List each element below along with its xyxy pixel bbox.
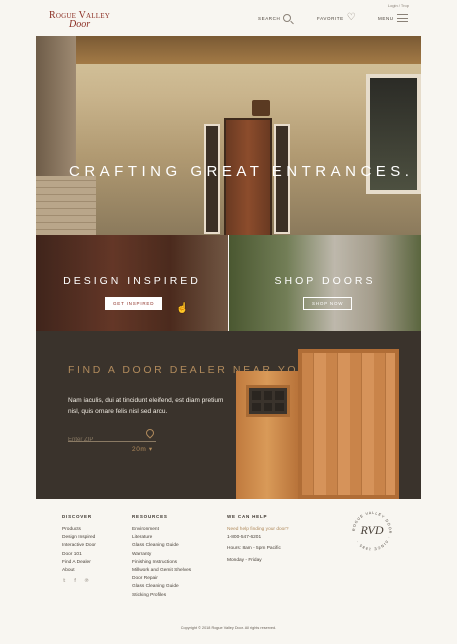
pinterest-icon[interactable]: ℗	[85, 578, 89, 584]
footer-link[interactable]: Warranty	[132, 551, 191, 559]
shop-now-button[interactable]: SHOP NOW	[303, 297, 353, 310]
logo[interactable]: Rogue Valley Door	[49, 11, 113, 30]
pointer-cursor-icon: ☝	[176, 303, 189, 314]
hamburger-icon	[396, 14, 408, 22]
days-text: Monday - Friday	[227, 557, 262, 563]
help-link[interactable]: Need help finding your door?	[227, 526, 289, 534]
footer-heading: WE CAN HELP	[227, 514, 268, 519]
heart-icon: ♡	[346, 12, 357, 23]
footer-heading: DISCOVER	[62, 514, 92, 519]
radius-select[interactable]: 20m ▾	[132, 445, 153, 453]
search-button[interactable]: SEARCH	[258, 14, 292, 22]
footer-link[interactable]: Find A Dealer	[62, 559, 96, 567]
shop-doors-panel: SHOP DOORS SHOP NOW	[229, 235, 421, 331]
search-icon	[283, 14, 292, 22]
page: Login / Trop Rogue Valley Door SEARCH FA…	[0, 0, 457, 644]
footer-link[interactable]: Environment	[132, 526, 191, 534]
phone-number[interactable]: 1-800-547-6201	[227, 534, 289, 542]
footer-link[interactable]: About	[62, 567, 96, 575]
footer-link[interactable]: Finishing Instructions	[132, 559, 191, 567]
copyright: Copyright © 2018 Rogue Valley Door. All …	[180, 626, 277, 630]
zip-field	[68, 427, 156, 447]
search-label: SEARCH	[258, 15, 281, 21]
facebook-icon[interactable]: f	[74, 578, 75, 584]
get-inspired-button[interactable]: GET INSPIRED	[105, 297, 163, 310]
menu-button[interactable]: MENU	[378, 14, 408, 22]
favorite-button[interactable]: FAVORITE ♡	[317, 12, 357, 23]
door-image-plank	[298, 349, 399, 499]
door-glass-panes	[246, 385, 290, 417]
footer-link[interactable]: Glass Cleaning Guide	[132, 542, 191, 550]
footer-link[interactable]: Door 101	[62, 551, 96, 559]
dealer-description: Nam iaculis, dui at tincidunt eleifend, …	[68, 397, 224, 415]
brand-seal: ROGUE VALLEY DOOR · SINCE 1985 · RVD	[351, 510, 393, 552]
footer-link[interactable]: Door Repair	[132, 575, 191, 583]
footer-link[interactable]: Glass Cleaning Guide	[132, 583, 191, 591]
footer-heading: RESOURCES	[132, 514, 168, 519]
footer-help: WE CAN HELP Need help finding your door?…	[227, 514, 289, 565]
design-inspired-title: DESIGN INSPIRED	[63, 275, 201, 287]
favorite-label: FAVORITE	[317, 15, 344, 21]
footer-link[interactable]: Sticking Profiles	[132, 592, 191, 600]
footer-link[interactable]: Products	[62, 526, 96, 534]
hero-lantern	[252, 100, 270, 116]
seal-monogram: RVD	[360, 523, 384, 537]
menu-label: MENU	[378, 15, 394, 21]
twitter-icon[interactable]: 𝕥	[63, 578, 65, 584]
footer-link[interactable]: Literature	[132, 534, 191, 542]
hours-text: Hours: 8am - 5pm Pacific	[227, 546, 281, 552]
design-inspired-panel: DESIGN INSPIRED GET INSPIRED	[36, 235, 228, 331]
location-pin-icon[interactable]	[144, 427, 156, 439]
footer-link[interactable]: Interactive Door	[62, 542, 96, 550]
door-image-glass	[236, 371, 298, 499]
dealer-locator: FIND A DOOR DEALER NEAR YOU Nam iaculis,…	[36, 331, 421, 499]
logo-line-2: Door	[69, 19, 91, 30]
login-link[interactable]: Login / Trop	[388, 3, 409, 8]
social-links: 𝕥 f ℗	[63, 578, 88, 584]
hero-headline: CRAFTING GREAT ENTRANCES.	[69, 163, 414, 180]
footer-link[interactable]: Design Inspired	[62, 534, 96, 542]
hero-stone-column	[36, 176, 96, 235]
footer-discover: DISCOVER Products Design Inspired Intera…	[62, 514, 96, 575]
hero-banner: CRAFTING GREAT ENTRANCES.	[36, 36, 421, 235]
hero-porch-ceiling	[36, 36, 421, 64]
footer-link[interactable]: Millwork and Gemit Shelves	[132, 567, 191, 575]
shop-doors-title: SHOP DOORS	[274, 275, 376, 287]
footer-resources: RESOURCES Environment Literature Glass C…	[132, 514, 191, 600]
